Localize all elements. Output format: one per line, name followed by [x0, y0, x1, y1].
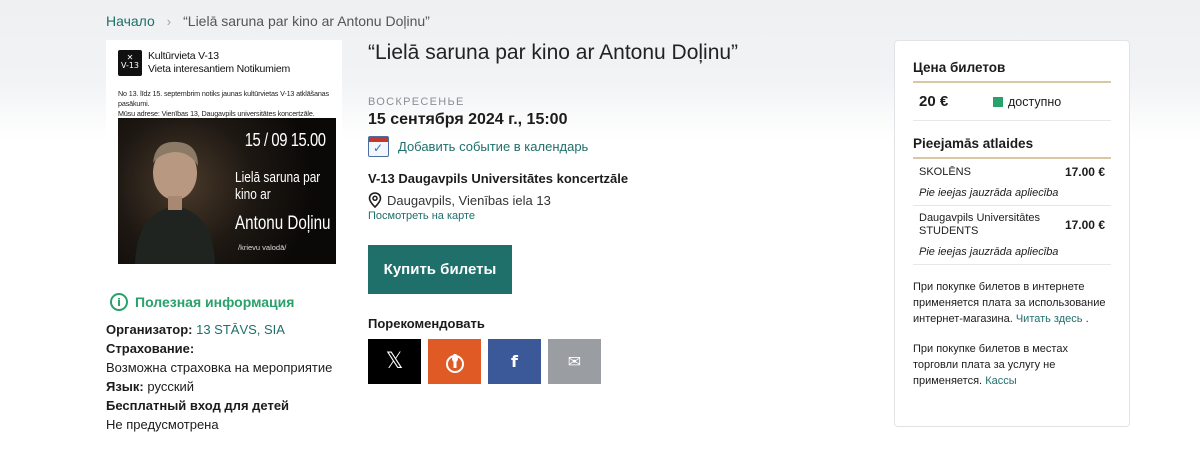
buy-tickets-button[interactable]: Купить билеты: [368, 245, 512, 294]
recommend-label: Порекомендовать: [368, 316, 485, 331]
discount-note: Pie ieejas jauzrāda apliecība: [919, 187, 1059, 199]
useful-info: i Полезная информация Организатор: 13 ST…: [106, 293, 356, 434]
box-offices-link[interactable]: Кассы: [985, 375, 1016, 387]
insurance-label: Страхование:: [106, 339, 356, 358]
discounts-title: Pieejamās atlaides: [913, 136, 1111, 159]
x-logo-icon: 𝕏: [385, 349, 404, 374]
online-fee-note: При покупке билетов в интернете применяе…: [913, 279, 1111, 327]
breadcrumb-home-link[interactable]: Начало: [106, 13, 155, 29]
kids-label-text: Бесплатный вход для детей: [106, 398, 290, 413]
insurance-label-text: Страхование:: [106, 341, 195, 356]
event-weekday: ВОСКРЕСЕНЬЕ: [368, 96, 465, 108]
poster-org: Kultūrvieta V-13 Vieta interesantiem Not…: [148, 50, 290, 76]
event-datetime: 15 сентября 2024 г., 15:00: [368, 111, 568, 128]
share-facebook-button[interactable]: f: [488, 339, 541, 384]
event-venue: V-13 Daugavpils Universitātes koncertzāl…: [368, 171, 629, 186]
info-icon: i: [110, 293, 128, 311]
offline-fee-note: При покупке билетов в местах торговли пл…: [913, 341, 1111, 389]
view-on-map-link[interactable]: Посмотреть на карте: [368, 210, 475, 222]
insurance-value: Возможна страховка на мероприятие: [106, 360, 333, 375]
poster-desc-line1: No 13. līdz 15. septembrim notiks jaunas…: [118, 89, 329, 108]
discount-item: Daugavpils Universitātes STUDENTS 17.00 …: [913, 206, 1111, 265]
discount-price: 17.00 €: [1064, 165, 1105, 179]
available-status-icon: [993, 96, 1003, 107]
map-pin-icon: [368, 192, 382, 208]
discount-note: Pie ieejas jauzrāda apliecība: [919, 246, 1059, 258]
calendar-icon: [368, 136, 389, 157]
facebook-logo-icon: f: [511, 352, 518, 371]
useful-info-header: i Полезная информация: [110, 293, 356, 311]
organizer-link[interactable]: 13 STĀVS, SIA: [196, 322, 285, 337]
add-to-calendar-link[interactable]: Добавить событие в календарь: [368, 136, 588, 157]
poster-name: Antonu Doļinu: [235, 213, 331, 234]
address-text: Daugavpils, Vienības iela 13: [387, 192, 551, 208]
organizer-label: Организатор:: [106, 322, 193, 337]
share-draugiem-button[interactable]: [428, 339, 481, 384]
event-address: Daugavpils, Vienības iela 13: [368, 192, 551, 208]
availability-status: доступно: [1008, 94, 1062, 109]
kids-label: Бесплатный вход для детей: [106, 396, 356, 415]
v13-logo-icon: ✕ V-13: [118, 50, 142, 76]
poster-title: Lielā saruna par kino ar: [235, 170, 321, 203]
tickets-panel: Цена билетов 20 € доступно Pieejamās atl…: [894, 40, 1130, 427]
chevron-right-icon: ›: [166, 13, 172, 29]
share-x-button[interactable]: 𝕏: [368, 339, 421, 384]
poster-org-line2: Vieta interesantiem Notikumiem: [148, 63, 291, 75]
poster-description: No 13. līdz 15. septembrim notiks jaunas…: [118, 89, 340, 119]
poster-header: ✕ V-13 Kultūrvieta V-13 Vieta interesanti…: [118, 50, 290, 76]
price-value: 20 €: [919, 93, 949, 110]
add-to-calendar-label: Добавить событие в календарь: [398, 139, 589, 154]
read-here-link[interactable]: Читать здесь: [1016, 313, 1083, 325]
language-label: Язык:: [106, 379, 144, 394]
breadcrumb-current: “Lielā saruna par kino ar Antonu Doļinu”: [183, 13, 430, 29]
online-fee-end: .: [1085, 313, 1089, 325]
discount-item: SKOLĒNS 17.00 € Pie ieejas jauzrāda apli…: [913, 159, 1111, 206]
language-value: русский: [147, 379, 195, 394]
event-poster: ✕ V-13 Kultūrvieta V-13 Vieta interesanti…: [106, 40, 342, 270]
draugiem-logo-icon: [445, 353, 464, 373]
kids-value: Не предусмотрена: [106, 417, 219, 432]
price-row: 20 € доступно: [913, 83, 1111, 121]
discount-name: SKOLĒNS: [919, 165, 971, 178]
share-email-button[interactable]: ✉: [548, 339, 601, 384]
language-row: Язык: русский: [106, 377, 356, 396]
useful-info-title: Полезная информация: [135, 294, 295, 310]
poster-language: /krievu valodā/: [238, 243, 287, 252]
ticket-price-title: Цена билетов: [913, 60, 1111, 83]
breadcrumb: Начало › “Lielā saruna par kino ar Anton…: [106, 13, 430, 29]
poster-date: 15 / 09 15.00: [245, 130, 326, 150]
organizer-row: Организатор: 13 STĀVS, SIA: [106, 320, 356, 339]
person-portrait-icon: [135, 141, 215, 264]
discount-name: Daugavpils Universitātes STUDENTS: [919, 212, 1041, 237]
envelope-icon: ✉: [567, 353, 582, 371]
share-buttons: 𝕏 f ✉: [368, 339, 601, 384]
poster-org-line1: Kultūrvieta V-13: [148, 50, 219, 62]
poster-photo: 15 / 09 15.00 Lielā saruna par kino ar A…: [118, 118, 336, 264]
discount-price: 17.00 €: [1064, 218, 1105, 232]
event-title: “Lielā saruna par kino ar Antonu Doļinu”: [368, 41, 739, 64]
